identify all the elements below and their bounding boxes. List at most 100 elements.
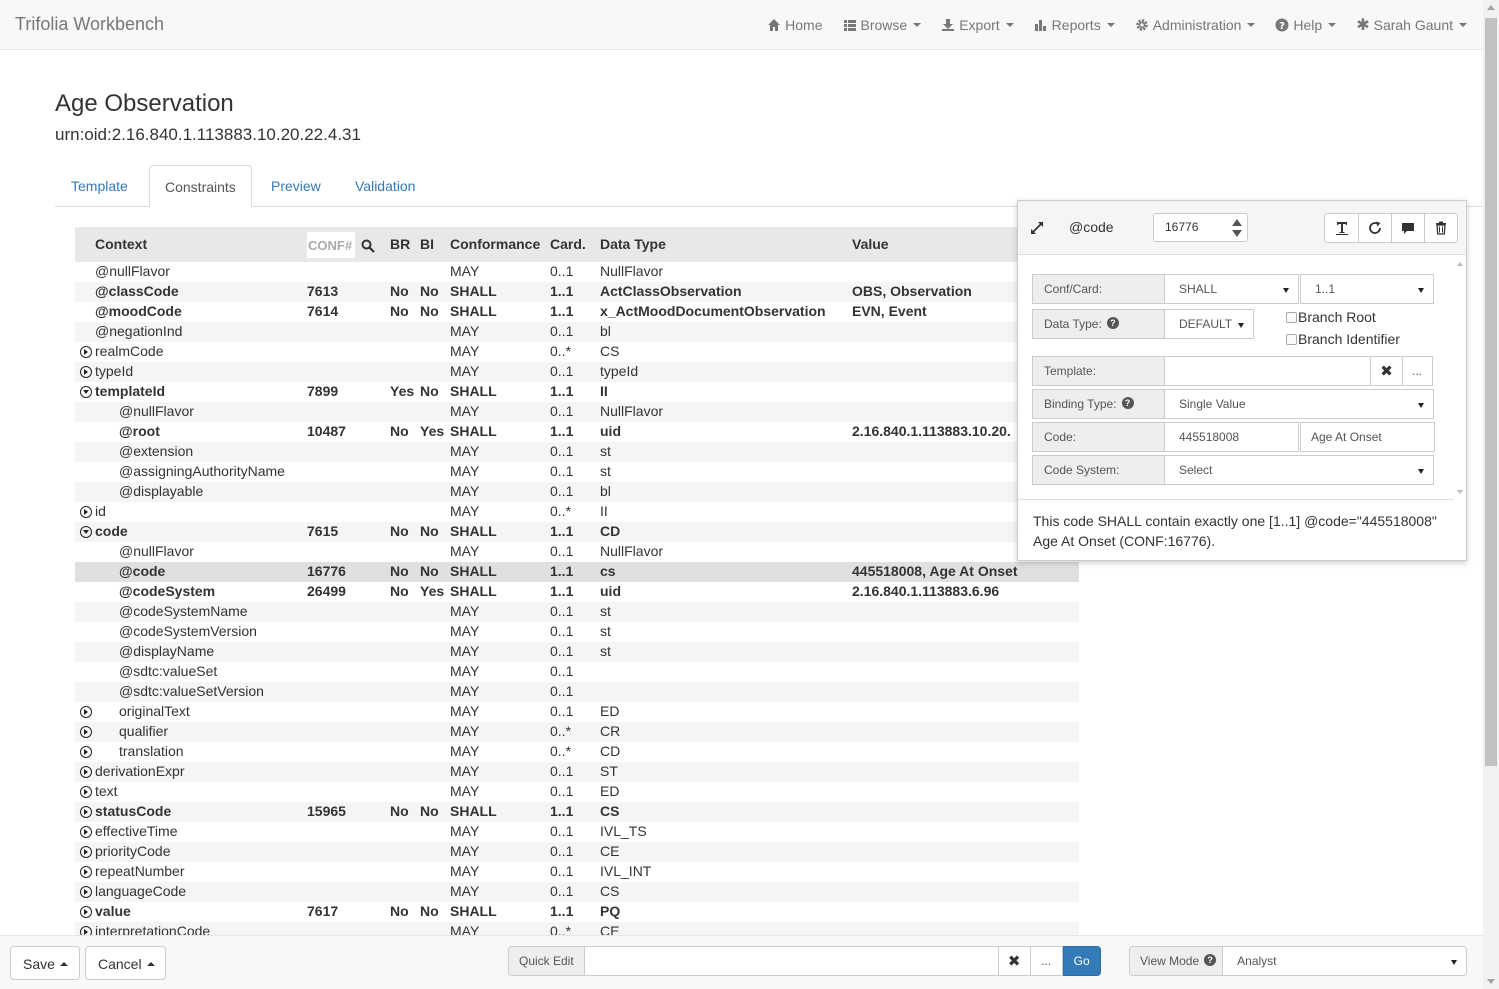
delete-button[interactable]	[1424, 214, 1457, 242]
conf-search-input[interactable]: CONF#	[307, 232, 355, 258]
quick-edit-input[interactable]	[584, 946, 999, 976]
code-display-input[interactable]: Age At Onset	[1300, 422, 1435, 452]
table-row[interactable]: @codeSystemVersion MAY 0..1 st	[75, 622, 1079, 642]
nav-browse[interactable]: Browse	[843, 17, 922, 33]
table-row[interactable]: @classCode 7613 No No SHALL 1..1 ActClassObser…	[75, 282, 1079, 302]
binding-type-select[interactable]: Single Value	[1165, 389, 1434, 419]
tab-validation[interactable]: Validation	[340, 165, 430, 207]
nav-administration[interactable]: Administration	[1135, 17, 1256, 33]
header-context[interactable]: Context	[95, 236, 147, 252]
table-row[interactable]: @extension MAY 0..1 st	[75, 442, 1079, 462]
quick-edit-clear-button[interactable]: ✖	[998, 946, 1031, 976]
go-button[interactable]: Go	[1062, 946, 1101, 976]
table-row[interactable]: @nullFlavor MAY 0..1 NullFlavor	[75, 542, 1079, 562]
comment-button[interactable]	[1391, 214, 1424, 242]
scroll-down-icon[interactable]	[1457, 490, 1463, 494]
branch-identifier-box[interactable]	[1286, 334, 1297, 345]
branch-root-checkbox[interactable]: Branch Root	[1286, 309, 1376, 325]
text-format-button[interactable]	[1325, 214, 1358, 242]
code-system-select[interactable]: Select	[1165, 455, 1434, 485]
refresh-button[interactable]	[1358, 214, 1391, 242]
page-scrollbar[interactable]	[1483, 0, 1499, 989]
scroll-down-icon[interactable]	[1487, 979, 1495, 984]
table-row[interactable]: @code 16776 No No SHALL 1..1 cs 445518008, Age …	[75, 562, 1079, 582]
tab-constraints[interactable]: Constraints	[149, 165, 252, 208]
branch-identifier-checkbox[interactable]: Branch Identifier	[1286, 331, 1400, 347]
table-row[interactable]: text MAY 0..1 ED	[75, 782, 1079, 802]
search-icon[interactable]	[361, 239, 375, 253]
table-row[interactable]: @displayable MAY 0..1 bl	[75, 482, 1079, 502]
brand-title[interactable]: Trifolia Workbench	[15, 14, 164, 35]
conf-number-input[interactable]: 16776	[1153, 213, 1248, 242]
expand-icon[interactable]	[80, 786, 92, 798]
table-row[interactable]: @sdtc:valueSet MAY 0..1	[75, 662, 1079, 682]
table-row[interactable]: @nullFlavor MAY 0..1 NullFlavor	[75, 402, 1079, 422]
scroll-up-icon[interactable]	[1487, 5, 1495, 10]
expand-icon[interactable]	[80, 866, 92, 878]
scroll-up-icon[interactable]	[1457, 262, 1463, 266]
quick-edit-browse-button[interactable]: ...	[1030, 946, 1063, 976]
nav-help[interactable]: ? Help	[1275, 17, 1337, 33]
table-row[interactable]: languageCode MAY 0..1 CS	[75, 882, 1079, 902]
expand-icon[interactable]	[80, 706, 92, 718]
expand-icon[interactable]	[80, 726, 92, 738]
expand-icon[interactable]	[80, 766, 92, 778]
nav-home[interactable]: Home	[767, 17, 823, 33]
table-row[interactable]: @displayName MAY 0..1 st	[75, 642, 1079, 662]
expand-icon[interactable]	[80, 846, 92, 858]
expand-icon[interactable]	[80, 906, 92, 918]
collapse-icon[interactable]	[80, 386, 92, 398]
conformance-select[interactable]: SHALL	[1165, 274, 1299, 304]
cancel-button[interactable]: Cancel	[85, 946, 166, 980]
table-row[interactable]: @root 10487 No Yes SHALL 1..1 uid 2.16.840.1.11…	[75, 422, 1079, 442]
nav-user[interactable]: ✱ Sarah Gaunt	[1356, 15, 1467, 35]
branch-root-box[interactable]	[1286, 312, 1297, 323]
nav-reports[interactable]: Reports	[1034, 17, 1115, 33]
expand-icon[interactable]	[80, 346, 92, 358]
table-row[interactable]: code 7615 No No SHALL 1..1 CD	[75, 522, 1079, 542]
save-button[interactable]: Save	[10, 946, 80, 980]
question-circle-icon[interactable]: ?	[1204, 954, 1217, 966]
table-row[interactable]: @negationInd MAY 0..1 bl	[75, 322, 1079, 342]
question-circle-icon[interactable]: ?	[1121, 397, 1134, 409]
table-row[interactable]: qualifier MAY 0..* CR	[75, 722, 1079, 742]
code-input[interactable]: 445518008	[1165, 422, 1299, 452]
table-row[interactable]: statusCode 15965 No No SHALL 1..1 CS	[75, 802, 1079, 822]
table-row[interactable]: id MAY 0..* II	[75, 502, 1079, 522]
cardinality-select[interactable]: 1..1	[1300, 274, 1434, 304]
table-row[interactable]: typeId MAY 0..1 typeId	[75, 362, 1079, 382]
tab-preview[interactable]: Preview	[256, 165, 336, 207]
expand-icon[interactable]	[1029, 220, 1045, 236]
expand-icon[interactable]	[80, 366, 92, 378]
data-type-select[interactable]: DEFAULT	[1165, 309, 1254, 339]
expand-icon[interactable]	[80, 746, 92, 758]
collapse-icon[interactable]	[80, 526, 92, 538]
table-row[interactable]: templateId 7899 Yes No SHALL 1..1 II	[75, 382, 1079, 402]
nav-export[interactable]: Export	[941, 17, 1014, 33]
table-row[interactable]: @sdtc:valueSetVersion MAY 0..1	[75, 682, 1079, 702]
question-circle-icon[interactable]: ?	[1106, 317, 1119, 329]
table-row[interactable]: derivationExpr MAY 0..1 ST	[75, 762, 1079, 782]
template-input[interactable]	[1165, 356, 1371, 386]
expand-icon[interactable]	[80, 826, 92, 838]
scrollbar-thumb[interactable]	[1485, 18, 1497, 766]
expand-icon[interactable]	[80, 806, 92, 818]
table-row[interactable]: repeatNumber MAY 0..1 IVL_INT	[75, 862, 1079, 882]
table-row[interactable]: @nullFlavor MAY 0..1 NullFlavor	[75, 262, 1079, 282]
table-row[interactable]: realmCode MAY 0..* CS	[75, 342, 1079, 362]
table-row[interactable]: @moodCode 7614 No No SHALL 1..1 x_ActMoodDocum…	[75, 302, 1079, 322]
table-row[interactable]: translation MAY 0..* CD	[75, 742, 1079, 762]
expand-icon[interactable]	[80, 506, 92, 518]
table-row[interactable]: value 7617 No No SHALL 1..1 PQ	[75, 902, 1079, 922]
template-browse-button[interactable]: ...	[1403, 356, 1433, 386]
table-row[interactable]: priorityCode MAY 0..1 CE	[75, 842, 1079, 862]
panel-scrollbar[interactable]	[1454, 256, 1466, 500]
tab-template[interactable]: Template	[56, 165, 143, 207]
table-row[interactable]: @codeSystem 26499 No Yes SHALL 1..1 uid 2.16.84…	[75, 582, 1079, 602]
spinner-icon[interactable]	[1230, 217, 1244, 239]
expand-icon[interactable]	[80, 886, 92, 898]
table-row[interactable]: @assigningAuthorityName MAY 0..1 st	[75, 462, 1079, 482]
table-row[interactable]: @codeSystemName MAY 0..1 st	[75, 602, 1079, 622]
template-clear-button[interactable]: ✖	[1371, 356, 1403, 386]
view-mode-select[interactable]: Analyst	[1223, 946, 1468, 976]
